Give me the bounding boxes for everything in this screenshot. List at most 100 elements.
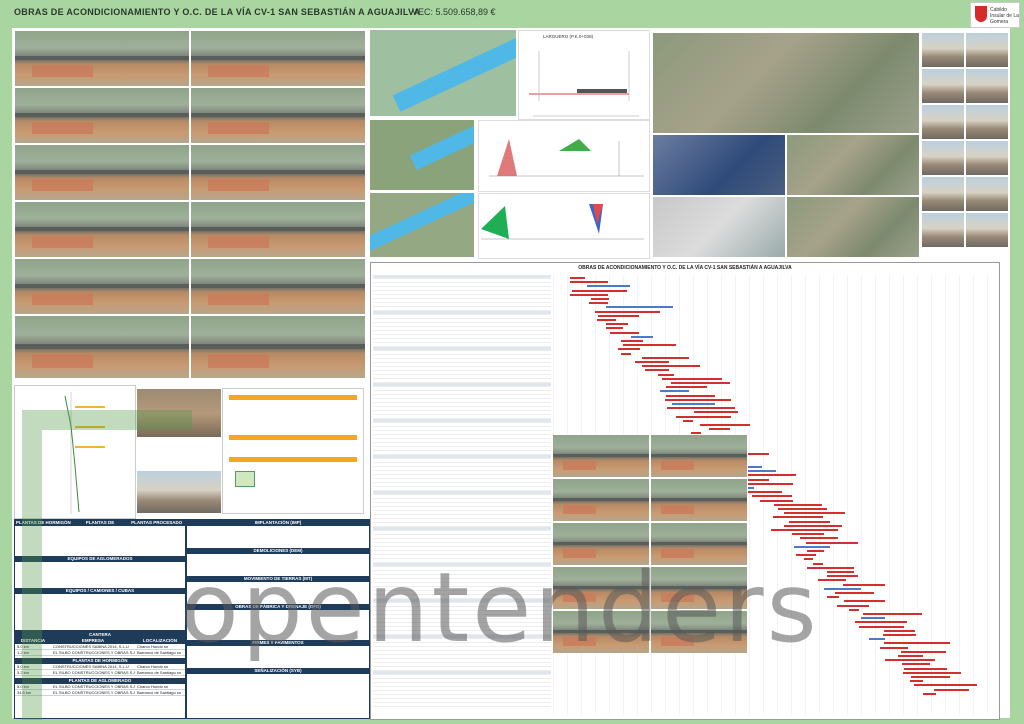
gantt-bar <box>827 596 840 599</box>
gantt-bar <box>694 411 738 414</box>
gantt-bar <box>789 520 830 523</box>
gantt-bar <box>858 625 905 628</box>
gantt-bar <box>618 348 640 351</box>
gantt-bar <box>622 344 677 347</box>
gantt-bar <box>665 386 708 389</box>
gantt-bar <box>883 629 915 632</box>
gantt-bar <box>884 659 936 662</box>
gantt-bar <box>665 398 731 401</box>
gantt-bar <box>774 503 823 506</box>
gantt-bar <box>913 684 977 687</box>
gantt-bar <box>662 377 722 380</box>
gantt-bar <box>883 634 916 636</box>
zone-map <box>786 134 920 196</box>
gantt-bar <box>631 335 654 338</box>
gantt-bar <box>771 529 838 531</box>
cross-section <box>478 193 650 259</box>
site-photo <box>965 176 1009 212</box>
budget-label: VEC: 5.509.658,89 € <box>412 7 496 17</box>
site-photo <box>965 212 1009 248</box>
gantt-bar <box>569 293 608 296</box>
card-header <box>229 457 357 462</box>
gantt-bar <box>826 575 859 578</box>
gantt-bar <box>835 592 874 594</box>
road-overlay <box>370 193 474 252</box>
area-diagram <box>235 471 255 487</box>
gantt-bar <box>860 617 886 620</box>
cross-section-drawing <box>489 139 644 177</box>
site-photo <box>921 140 965 176</box>
aerial-photo <box>650 434 748 478</box>
aerial-photo <box>190 87 366 144</box>
zone-map <box>652 134 786 196</box>
gantt-bar <box>773 516 824 519</box>
gantt-task-row <box>373 703 551 707</box>
gantt-bar <box>744 478 770 481</box>
gantt-bar <box>569 281 609 284</box>
aerial-photo <box>14 258 190 315</box>
aerial-photo <box>190 201 366 258</box>
site-photo <box>965 104 1009 140</box>
gantt-bar <box>824 587 862 590</box>
gantt-bar <box>708 428 731 431</box>
gantt-bar <box>645 369 670 372</box>
gantt-bar <box>606 306 673 309</box>
site-photo <box>965 32 1009 68</box>
gantt-bar <box>595 310 661 313</box>
gantt-bar <box>902 663 931 666</box>
gantt-bar <box>658 373 674 376</box>
cabildo-logo: Cabildo Insular de La Gomera <box>970 2 1020 28</box>
site-photo <box>921 68 965 104</box>
aerial-photo <box>650 478 748 522</box>
cross-section <box>478 120 650 192</box>
watermark-text: opentenders <box>180 552 820 664</box>
gantt-bar <box>675 415 732 418</box>
aerial-photo <box>190 30 366 87</box>
gantt-bar <box>671 403 715 405</box>
gantt-title: OBRAS DE ACONDICIONAMIENTO Y O.C. DE LA … <box>578 265 792 271</box>
card-header <box>229 395 357 400</box>
gantt-bar <box>849 608 859 611</box>
gantt-bar <box>606 327 624 330</box>
header-bar: OBRAS DE ACONDICIONAMIENTO Y O.C. DE LA … <box>0 0 1024 28</box>
gantt-bar <box>621 340 644 342</box>
gantt-bar <box>586 285 630 288</box>
page-title: OBRAS DE ACONDICIONAMIENTO Y O.C. DE LA … <box>14 7 421 17</box>
gantt-bar <box>759 499 793 502</box>
gantt-bar <box>901 650 947 653</box>
gantt-bar <box>868 638 885 641</box>
site-photo <box>921 212 965 248</box>
cross-section-drawing <box>481 204 644 240</box>
gantt-bar <box>667 407 735 410</box>
gantt-bar <box>910 676 951 678</box>
section-header: SEÑALIZACIÓN (SYB) <box>187 668 369 674</box>
gantt-bar <box>572 289 628 292</box>
gantt-bar <box>605 323 628 326</box>
shield-icon <box>975 6 987 22</box>
gantt-bar <box>597 319 616 321</box>
gantt-bar <box>778 508 827 510</box>
site-photo <box>921 176 965 212</box>
gantt-bar <box>922 692 936 695</box>
gantt-bar <box>836 604 870 607</box>
gantt-bar <box>827 571 854 573</box>
gantt-bar <box>589 302 608 305</box>
longitudinal-profile: LARGUERO (P.K.0+038) <box>518 30 650 120</box>
location-map <box>652 32 920 134</box>
gantt-bar <box>855 621 908 624</box>
gantt-bar <box>751 495 792 498</box>
logo-text: Cabildo Insular de La Gomera <box>990 7 1019 25</box>
gantt-bar <box>569 277 585 279</box>
road-overlay <box>392 36 516 112</box>
aerial-photo <box>190 144 366 201</box>
gantt-bar <box>783 512 845 515</box>
gantt-bar <box>670 382 731 384</box>
gantt-bar <box>883 642 950 645</box>
gantt-bar <box>659 390 690 393</box>
aerial-photo <box>14 87 190 144</box>
gantt-bar <box>799 537 838 540</box>
aerial-photo <box>14 30 190 87</box>
gantt-bar <box>904 667 947 670</box>
section-header: IMPLANTACIÓN (IMP) <box>187 520 369 526</box>
info-card <box>222 388 364 514</box>
